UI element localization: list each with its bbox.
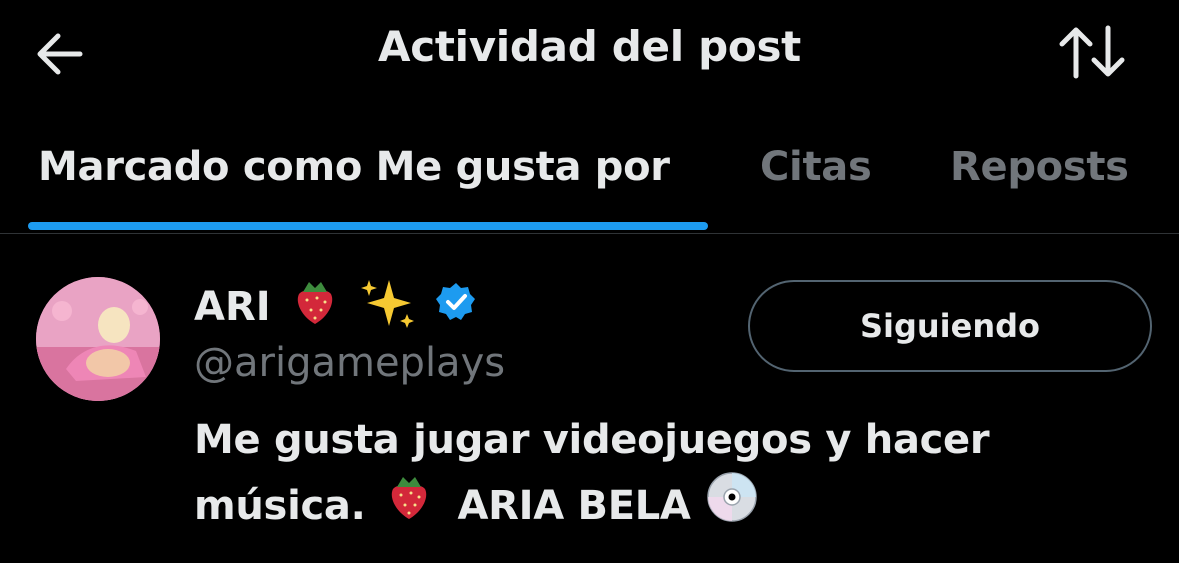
sort-arrows-icon xyxy=(1059,25,1125,79)
strawberry-emoji-icon xyxy=(383,471,435,540)
strawberry-emoji-icon xyxy=(289,276,341,338)
bio-line-1: Me gusta jugar videojuegos y hacer xyxy=(194,417,990,463)
bio-text-music: música. xyxy=(194,482,366,529)
display-name: ARI xyxy=(194,284,271,330)
tab-likes[interactable]: Marcado como Me gusta por xyxy=(38,144,670,190)
tab-bar: Marcado como Me gusta por Citas Reposts xyxy=(0,128,1179,234)
sparkles-emoji-icon xyxy=(359,276,417,338)
user-handle[interactable]: @arigameplays xyxy=(194,340,505,386)
following-button[interactable]: Siguiendo xyxy=(748,280,1152,372)
active-tab-indicator xyxy=(28,222,708,230)
sort-button[interactable] xyxy=(1054,20,1132,84)
tab-reposts[interactable]: Reposts xyxy=(950,144,1129,190)
user-bio: Me gusta jugar videojuegos y hacer músic… xyxy=(194,410,1094,541)
bio-line-2: música. ARIA BELA xyxy=(194,470,1094,541)
verified-badge-icon xyxy=(435,281,477,333)
tab-quotes[interactable]: Citas xyxy=(760,144,872,190)
header: Actividad del post xyxy=(0,0,1179,108)
post-activity-screen: Actividad del post Marcado como Me gusta… xyxy=(0,0,1179,563)
page-title: Actividad del post xyxy=(378,22,801,71)
display-name-line[interactable]: ARI xyxy=(194,276,477,338)
avatar[interactable] xyxy=(36,277,160,401)
bio-text-aria-bela: ARIA BELA xyxy=(457,482,691,529)
cd-disc-emoji-icon xyxy=(705,470,759,541)
user-list-item[interactable]: ARI @arigameplays Siguiendo Me gusta jug… xyxy=(0,234,1179,563)
avatar-photo-icon xyxy=(36,277,160,401)
